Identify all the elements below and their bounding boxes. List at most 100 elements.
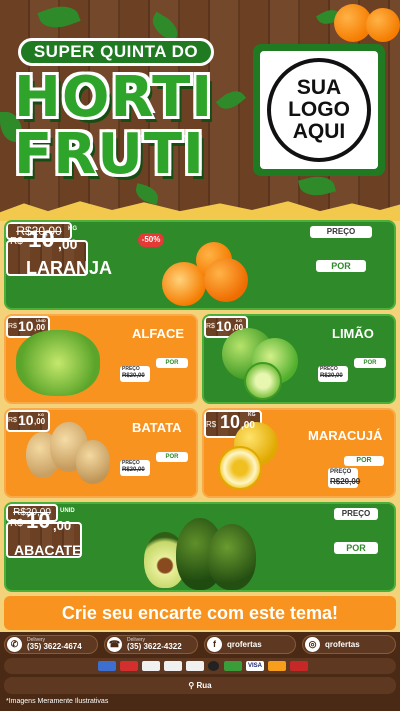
- title-line-2: FRUTI: [14, 122, 205, 187]
- price-unit: UNID: [60, 508, 75, 514]
- product-card-maracuja: MARACUJÁ PREÇO R$20,00 POR R$ 10 ,00 KG: [202, 408, 396, 498]
- logo-text-1: SUA: [296, 75, 342, 99]
- card-7-icon: [224, 661, 242, 671]
- price-cents: ,00: [34, 323, 46, 332]
- preco-label: PREÇO: [320, 366, 338, 372]
- contact-phone: (35) 3622-4674: [27, 642, 82, 651]
- por-label: POR: [344, 456, 384, 466]
- hipercard-icon: [290, 661, 308, 671]
- price-integer: 10: [18, 412, 34, 428]
- currency: R$: [8, 323, 17, 330]
- logo-text-3: AQUI: [292, 120, 346, 144]
- old-price: PREÇO R$20,00: [328, 468, 361, 488]
- old-price-value: R$20,00: [122, 373, 145, 379]
- preco-label: PREÇO: [122, 460, 140, 466]
- lettuce-image: [16, 330, 100, 396]
- visa-icon: VISA: [246, 661, 264, 671]
- leaf-decoration: [215, 85, 247, 115]
- contact-facebook[interactable]: f qrofertas: [204, 635, 296, 654]
- product-name: LIMÃO: [332, 326, 374, 341]
- leaf-decoration: [37, 0, 81, 34]
- preco-label: PREÇO: [122, 366, 140, 372]
- card-3-icon: [142, 661, 160, 671]
- lime-slice-image: [244, 362, 282, 400]
- price-cents: ,00: [53, 518, 72, 533]
- potato-image: [76, 440, 110, 484]
- disclaimer: *Imagens Meramente Ilustrativas: [6, 698, 109, 705]
- preco-label: PREÇO: [334, 508, 378, 520]
- currency: R$: [8, 417, 17, 424]
- contact-instagram[interactable]: ◎ qrofertas: [302, 635, 396, 654]
- price-unit: KG: [68, 226, 77, 232]
- por-label: POR: [156, 452, 188, 462]
- preco-label: PREÇO: [330, 469, 352, 475]
- facebook-icon: f: [207, 637, 222, 652]
- card-1-icon: [98, 661, 116, 671]
- address-text: Rua: [196, 681, 212, 690]
- price-integer: 10: [28, 226, 55, 253]
- new-price: R$ 10 ,00 KG: [6, 410, 50, 432]
- phone-icon: ☎: [107, 637, 122, 652]
- old-price: PREÇO R$20,00: [120, 460, 150, 476]
- product-card-laranja: LARANJA PREÇO R$20,00 POR R$ 10 ,00 KG: [4, 220, 396, 310]
- whatsapp-icon: ✆: [7, 637, 22, 652]
- instagram-icon: ◎: [305, 637, 320, 652]
- discount-badge: -50%: [138, 233, 164, 247]
- price-cents: ,00: [241, 420, 255, 431]
- product-card-limao: LIMÃO POR PREÇO R$20,00 R$ 10 ,00 KG: [202, 314, 396, 404]
- product-card-alface: ALFACE POR PREÇO R$20,00 R$ 10 ,00 UNID: [4, 314, 198, 404]
- contact-phone[interactable]: ☎ Delivery (35) 3622-4322: [104, 635, 198, 654]
- currency: R$: [10, 518, 23, 529]
- price-cents: ,00: [232, 323, 244, 332]
- price-integer: 10: [220, 412, 241, 432]
- old-price-value: R$20,00: [330, 477, 361, 486]
- por-label: POR: [334, 542, 378, 554]
- avocado-image: [208, 524, 256, 590]
- orange-image: [204, 258, 248, 302]
- old-price-value: R$20,00: [320, 373, 343, 379]
- contact-phone: (35) 3622-4322: [127, 642, 182, 651]
- product-name: MARACUJÁ: [308, 428, 383, 443]
- payment-methods: VISA: [4, 658, 396, 674]
- price-unit: KG: [248, 412, 256, 418]
- product-name: ALFACE: [132, 326, 184, 341]
- header-banner: SUPER QUINTA DO: [18, 38, 214, 66]
- price-unit: KG: [38, 412, 44, 417]
- card-2-icon: [120, 661, 138, 671]
- logo-text-2: LOGO: [288, 97, 350, 121]
- facebook-handle: qrofertas: [227, 640, 262, 649]
- por-label: POR: [354, 358, 386, 368]
- card-4-icon: [164, 661, 182, 671]
- contact-whatsapp[interactable]: ✆ Delivery (35) 3622-4674: [4, 635, 98, 654]
- price-cents: ,00: [34, 417, 46, 426]
- address-bar: ⚲ Rua: [4, 677, 396, 694]
- cta-banner[interactable]: Crie seu encarte com este tema!: [4, 596, 396, 630]
- header: SUPER QUINTA DO HORTI FRUTI SUA LOGO AQU…: [0, 0, 400, 215]
- product-name: BATATA: [132, 420, 182, 435]
- price-unit: UNID: [36, 318, 46, 323]
- currency: R$: [206, 323, 215, 330]
- product-name: ABACATE: [14, 542, 82, 558]
- logo-placeholder: SUA LOGO AQUI: [253, 44, 385, 176]
- price-cents: ,00: [58, 236, 78, 252]
- card-6-icon: [208, 661, 219, 671]
- currency: R$: [10, 236, 23, 247]
- preco-label: PREÇO: [310, 226, 372, 238]
- por-label: POR: [156, 358, 188, 368]
- logo-circle: SUA LOGO AQUI: [267, 58, 371, 162]
- mastercard-icon: [268, 661, 286, 671]
- price-integer: 10: [216, 318, 232, 334]
- old-price-value: R$20,00: [122, 467, 145, 473]
- flyer: SUPER QUINTA DO HORTI FRUTI SUA LOGO AQU…: [0, 0, 400, 711]
- old-price: PREÇO R$20,00: [318, 366, 348, 382]
- price-integer: 10: [18, 318, 34, 334]
- leaf-decoration: [297, 171, 337, 201]
- instagram-handle: qrofertas: [325, 640, 360, 649]
- passion-fruit-half-image: [218, 446, 262, 490]
- product-card-batata: BATATA POR PREÇO R$20,00 R$ 10 ,00 KG: [4, 408, 198, 498]
- old-price: PREÇO R$20,00: [120, 366, 150, 382]
- product-card-abacate: ABACATE PREÇO R$20,00 POR R$ 10 ,00 UNID: [4, 502, 396, 592]
- currency: R$: [206, 420, 217, 429]
- card-5-icon: [186, 661, 204, 671]
- orange-decoration: [366, 8, 400, 42]
